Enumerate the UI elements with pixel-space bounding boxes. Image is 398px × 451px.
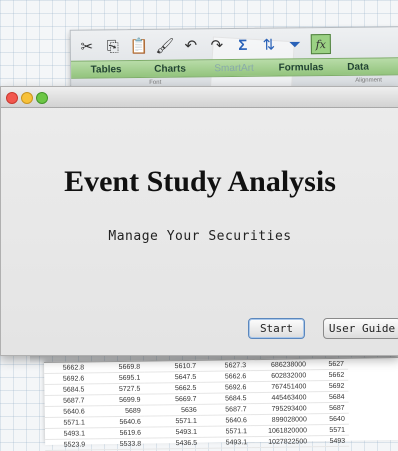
- table-cell[interactable]: 5689: [88, 405, 145, 417]
- app-window: Event Study Analysis Manage Your Securit…: [0, 86, 398, 356]
- user-guide-button[interactable]: User Guide: [323, 318, 398, 339]
- table-cell[interactable]: 5687: [310, 402, 349, 414]
- spreadsheet-strip: 5662.8 5669.8 5610.7 5627.3 686238000 5627 569…: [44, 357, 398, 451]
- table-cell[interactable]: 5692: [310, 380, 349, 392]
- table-cell[interactable]: 767451400: [250, 380, 311, 393]
- table-cell[interactable]: 5662.8: [44, 362, 89, 374]
- table-cell[interactable]: 5687.7: [44, 394, 89, 407]
- table-cell[interactable]: 5662.6: [200, 370, 251, 383]
- table-cell[interactable]: 5571.1: [144, 415, 201, 428]
- table-cell[interactable]: 5571.1: [200, 425, 252, 438]
- table-cell[interactable]: 1061820000: [250, 424, 312, 437]
- tab-tables[interactable]: Tables: [71, 61, 141, 78]
- table-cell[interactable]: 5571: [310, 424, 350, 436]
- table-cell[interactable]: 5571.1: [44, 416, 89, 429]
- excel-ribbon: ✂ ⎘ 📋 🖌 ↶ ↷ Σ ⇅ ⏷ fx Tables Charts Smart…: [69, 26, 398, 104]
- fx-icon[interactable]: fx: [310, 33, 331, 55]
- table-cell[interactable]: 5610.7: [144, 360, 201, 373]
- paste-icon[interactable]: 📋: [129, 36, 149, 56]
- tab-smartart[interactable]: SmartArt: [199, 60, 269, 77]
- table-cell[interactable]: 5699.9: [88, 394, 145, 406]
- table-cell[interactable]: 5640.6: [200, 414, 251, 427]
- tab-charts[interactable]: Charts: [141, 60, 199, 77]
- start-button[interactable]: Start: [248, 318, 305, 339]
- table-cell[interactable]: 5640.6: [44, 405, 89, 418]
- subtitle: Manage Your Securities: [108, 229, 292, 244]
- table-cell[interactable]: 5647.5: [144, 371, 201, 384]
- table-cell[interactable]: 5695.1: [88, 372, 145, 384]
- table-cell[interactable]: 5684.5: [200, 392, 251, 405]
- table-cell[interactable]: 5493.1: [201, 436, 252, 449]
- group-label-alignment: Alignment: [355, 77, 382, 84]
- table-cell[interactable]: 5636: [144, 404, 201, 417]
- close-button[interactable]: [6, 92, 18, 104]
- table-cell[interactable]: 5493.1: [44, 427, 90, 440]
- table-cell[interactable]: 5436.5: [145, 437, 202, 450]
- table-cell[interactable]: 5619.6: [88, 427, 146, 439]
- format-painter-icon[interactable]: 🖌: [155, 36, 175, 56]
- table-cell[interactable]: 5692.6: [200, 381, 251, 394]
- autosum-icon[interactable]: Σ: [233, 35, 253, 55]
- table-cell[interactable]: 602832000: [250, 369, 311, 382]
- sort-icon[interactable]: ⇅: [259, 35, 279, 55]
- tab-formulas[interactable]: Formulas: [269, 59, 333, 76]
- table-cell[interactable]: 5662: [310, 369, 349, 381]
- table-cell[interactable]: 5493: [311, 435, 350, 447]
- table-cell[interactable]: 5727.5: [88, 383, 145, 395]
- filter-icon[interactable]: ⏷: [285, 34, 305, 54]
- table-cell[interactable]: 5493.1: [144, 426, 202, 439]
- table-cell[interactable]: 795293400: [250, 402, 311, 415]
- table-cell[interactable]: 5523.9: [45, 438, 90, 451]
- table-cell[interactable]: 5684.5: [44, 383, 89, 396]
- data-table: 5662.8 5669.8 5610.7 5627.3 686238000 5627 569…: [44, 358, 350, 451]
- table-cell[interactable]: 445463400: [250, 391, 311, 404]
- page-title: Event Study Analysis: [64, 165, 336, 198]
- group-label-font: Font: [149, 79, 162, 86]
- zoom-button[interactable]: [36, 92, 48, 104]
- table-cell[interactable]: 5640.6: [88, 416, 145, 428]
- table-cell[interactable]: 1027822500: [251, 435, 312, 448]
- cut-icon[interactable]: ✂: [77, 36, 97, 56]
- window-titlebar[interactable]: [1, 87, 398, 108]
- table-cell[interactable]: 5687.7: [200, 403, 251, 416]
- minimize-button[interactable]: [21, 92, 33, 104]
- copy-icon[interactable]: ⎘: [103, 36, 123, 56]
- table-cell[interactable]: 5669.8: [88, 361, 145, 373]
- table-cell[interactable]: 5662.5: [144, 382, 201, 395]
- ribbon-toolbar: ✂ ⎘ 📋 🖌 ↶ ↷ Σ ⇅ ⏷ fx: [77, 31, 398, 58]
- table-cell[interactable]: 5669.7: [144, 393, 201, 406]
- undo-icon[interactable]: ↶: [181, 35, 201, 55]
- table-cell[interactable]: 5627.3: [199, 360, 251, 372]
- redo-icon[interactable]: ↷: [207, 35, 227, 55]
- table-cell[interactable]: 5692.6: [44, 372, 89, 385]
- table-cell[interactable]: 5640: [310, 413, 349, 425]
- tab-data[interactable]: Data: [333, 58, 383, 75]
- table-cell[interactable]: 899028000: [250, 413, 311, 426]
- table-cell[interactable]: 5627: [309, 358, 349, 370]
- table-cell[interactable]: 5684: [310, 391, 349, 403]
